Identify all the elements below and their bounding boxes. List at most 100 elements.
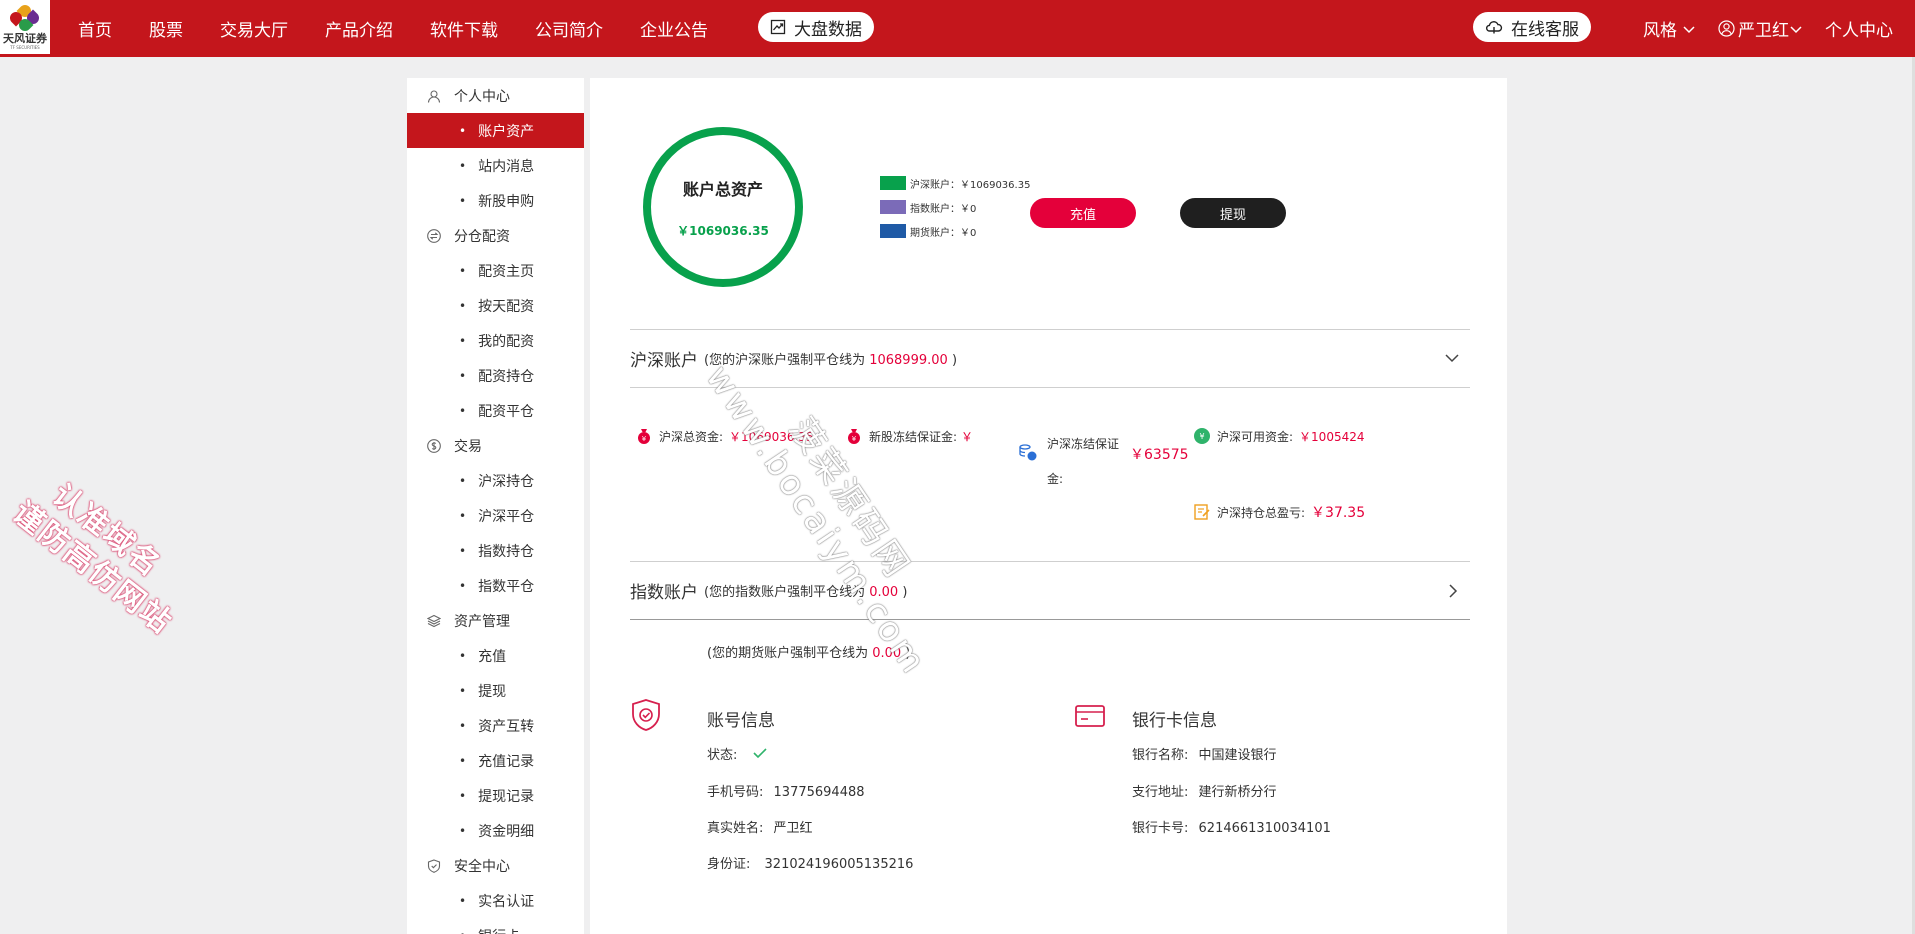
svg-text:¥: ¥	[1199, 432, 1204, 441]
stat-value: ￥	[961, 429, 974, 444]
bank-name-label: 银行名称:	[1132, 748, 1189, 763]
note-prefix: (您的沪深账户强制平仓线为	[704, 352, 866, 368]
sidebar-group-label: 交易	[454, 438, 482, 455]
svg-text:¥: ¥	[642, 435, 647, 443]
sidebar-item-hs-close[interactable]: 沪深平仓	[407, 498, 584, 533]
hs-account-header[interactable]: 沪深账户 (您的沪深账户强制平仓线为 1068999.00 )	[630, 330, 1470, 386]
hs-account-title: 沪深账户	[630, 350, 698, 371]
name-value: 严卫红	[773, 821, 813, 836]
sidebar-item-withdraw[interactable]: 提现	[407, 673, 584, 708]
hs-frozen-deposit-value: ￥63575	[1130, 447, 1189, 463]
sidebar-group-trading[interactable]: 交易	[407, 428, 584, 463]
name-label: 真实姓名:	[707, 821, 764, 836]
legend-futures-account: 期货账户：￥0	[880, 219, 1030, 243]
style-menu[interactable]: 风格	[1643, 16, 1696, 41]
bank-card-row: 银行卡号: 6214661310034101	[1132, 817, 1331, 836]
nav-products[interactable]: 产品介绍	[325, 16, 393, 41]
coins-stack-icon	[1019, 444, 1037, 461]
nav-stocks[interactable]: 股票	[149, 16, 183, 41]
stat-value: ￥1069036.35	[729, 429, 814, 444]
money-bag-icon: ¥	[638, 429, 650, 444]
sidebar-item-index-close[interactable]: 指数平仓	[407, 568, 584, 603]
note-suffix: )	[905, 646, 911, 661]
branch-label: 支行地址:	[1132, 785, 1189, 800]
nav-home[interactable]: 首页	[78, 16, 112, 41]
legend-swatch	[880, 200, 906, 214]
hs-liquidation-note: (您的沪深账户强制平仓线为 1068999.00 )	[704, 349, 957, 368]
divider	[630, 619, 1470, 620]
account-shield-icon	[632, 699, 660, 731]
index-liquidation-value: 0.00	[869, 584, 899, 600]
nav-announcements[interactable]: 企业公告	[640, 16, 708, 41]
index-account-header[interactable]: 指数账户 (您的指数账户强制平仓线为 0.00 )	[630, 562, 1470, 618]
chevron-right-icon	[1449, 584, 1458, 598]
sidebar-item-recharge-records[interactable]: 充值记录	[407, 743, 584, 778]
phone-value: 13775694488	[773, 785, 865, 800]
sidebar-item-allocation-home[interactable]: 配资主页	[407, 253, 584, 288]
account-name-row: 真实姓名: 严卫红	[707, 817, 813, 836]
domain-warning-watermark: 认准域名 谨防高仿网站	[0, 440, 203, 643]
sidebar-item-hs-positions[interactable]: 沪深持仓	[407, 463, 584, 498]
legend-label: 指数账户：￥0	[910, 203, 977, 215]
bank-name-row: 银行名称: 中国建设银行	[1132, 744, 1277, 763]
sidebar-item-withdraw-records[interactable]: 提现记录	[407, 778, 584, 813]
market-data-button[interactable]: 大盘数据	[758, 12, 874, 42]
available-funds-icon: ¥	[1194, 428, 1210, 444]
sidebar-item-recharge[interactable]: 充值	[407, 638, 584, 673]
note-prefix: (您的指数账户强制平仓线为	[704, 584, 866, 600]
logo-subtext: TF SECURITIES	[10, 44, 40, 50]
stat-value: ￥1005424	[1299, 429, 1365, 444]
hs-total-pnl: 沪深持仓总盈亏: ￥37.35	[1193, 502, 1365, 522]
account-id-row: 身份证: 321024196005135216	[707, 853, 913, 872]
bank-branch-row: 支行地址: 建行新桥分行	[1132, 781, 1277, 800]
sidebar-item-messages[interactable]: 站内消息	[407, 148, 584, 183]
sidebar-item-fund-details[interactable]: 资金明细	[407, 813, 584, 848]
legend-label: 沪深账户：￥1069036.35	[910, 179, 1031, 191]
sidebar-group-asset-management[interactable]: 资产管理	[407, 603, 584, 638]
sidebar-group-label: 分仓配资	[454, 228, 510, 245]
futures-liquidation-note: (您的期货账户强制平仓线为 0.00 )	[707, 642, 910, 661]
sidebar-item-allocation-close[interactable]: 配资平仓	[407, 393, 584, 428]
shield-icon	[427, 858, 441, 873]
legend-hs-account: 沪深账户：￥1069036.35	[880, 171, 1030, 195]
trend-chart-icon	[770, 19, 786, 35]
sidebar-item-account-assets[interactable]: 账户资产	[407, 113, 584, 148]
stat-label: 沪深持仓总盈亏:	[1217, 505, 1306, 520]
index-liquidation-note: (您的指数账户强制平仓线为 0.00 )	[704, 581, 907, 600]
sidebar-item-my-allocation[interactable]: 我的配资	[407, 323, 584, 358]
sidebar-group-personal-center[interactable]: 个人中心	[407, 78, 584, 113]
sidebar-item-bank-card[interactable]: 银行卡	[407, 918, 584, 934]
sidebar-item-allocation-positions[interactable]: 配资持仓	[407, 358, 584, 393]
sidebar-item-real-name-auth[interactable]: 实名认证	[407, 883, 584, 918]
recharge-button[interactable]: 充值	[1030, 198, 1136, 228]
futures-liquidation-value: 0.00	[872, 646, 902, 661]
total-assets-ring: 账户总资产 ￥1069036.35	[643, 127, 803, 287]
sidebar-group-allocation[interactable]: 分仓配资	[407, 218, 584, 253]
brand-logo[interactable]: 天风证券 TF SECURITIES	[0, 0, 50, 54]
nav-software-download[interactable]: 软件下载	[430, 16, 498, 41]
withdraw-button[interactable]: 提现	[1180, 198, 1286, 228]
sidebar-item-ipo-subscription[interactable]: 新股申购	[407, 183, 584, 218]
nav-trading-hall[interactable]: 交易大厅	[220, 16, 288, 41]
sidebar-group-label: 安全中心	[454, 858, 510, 875]
user-name: 严卫红	[1738, 21, 1789, 41]
nav-company-profile[interactable]: 公司简介	[535, 16, 603, 41]
sidebar-group-label: 个人中心	[454, 88, 510, 105]
user-center-link[interactable]: 个人中心	[1825, 16, 1893, 41]
flower-logo-icon	[7, 2, 42, 33]
account-phone-row: 手机号码: 13775694488	[707, 781, 865, 800]
market-data-label: 大盘数据	[794, 19, 862, 40]
online-service-button[interactable]: 在线客服	[1473, 12, 1591, 42]
phone-label: 手机号码:	[707, 785, 764, 800]
user-menu[interactable]: 严卫红	[1718, 16, 1803, 41]
main-nav: 首页 股票 交易大厅 产品介绍 软件下载 公司简介 企业公告	[78, 0, 745, 57]
sidebar-group-security-center[interactable]: 安全中心	[407, 848, 584, 883]
note-prefix: (您的期货账户强制平仓线为	[707, 646, 869, 661]
layers-icon	[427, 614, 441, 628]
sidebar-item-daily-allocation[interactable]: 按天配资	[407, 288, 584, 323]
sidebar-item-asset-transfer[interactable]: 资产互转	[407, 708, 584, 743]
sidebar: 个人中心 账户资产 站内消息 新股申购 分仓配资 配资主页 按天配资 我的配资 …	[407, 78, 584, 934]
id-label: 身份证:	[707, 857, 751, 872]
account-status-label: 状态:	[707, 748, 738, 763]
sidebar-item-index-positions[interactable]: 指数持仓	[407, 533, 584, 568]
